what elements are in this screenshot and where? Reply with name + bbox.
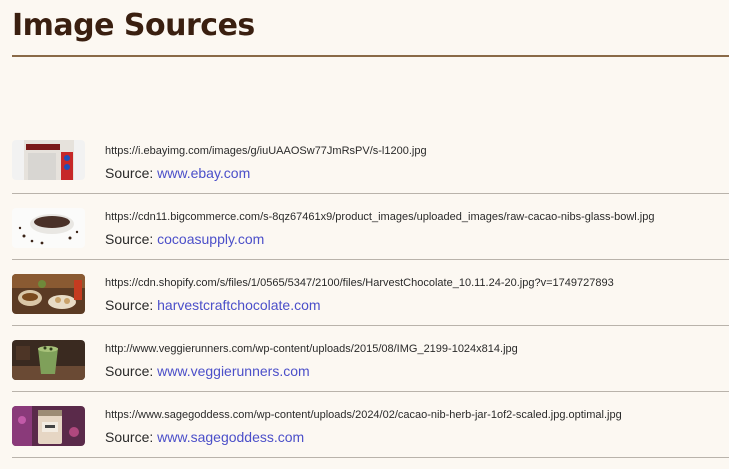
sources-list: https://i.ebayimg.com/images/g/iuUAAOSw7… (12, 128, 729, 458)
source-link[interactable]: harvestcraftchocolate.com (157, 297, 320, 313)
source-line: Source: cocoasupply.com (105, 231, 264, 247)
source-link[interactable]: www.ebay.com (157, 165, 250, 181)
source-label: Source: (105, 231, 154, 247)
list-item: https://cdn.shopify.com/s/files/1/0565/5… (12, 260, 729, 326)
source-line: Source: www.ebay.com (105, 165, 250, 181)
image-url: https://www.sagegoddess.com/wp-content/u… (105, 409, 622, 421)
source-label: Source: (105, 165, 154, 181)
cacao-nibs-bowl-thumbnail (12, 208, 85, 248)
ebay-product-thumbnail (12, 140, 85, 180)
image-url: https://i.ebayimg.com/images/g/iuUAAOSw7… (105, 145, 427, 157)
harvest-chocolate-thumbnail (12, 274, 85, 314)
source-line: Source: www.sagegoddess.com (105, 429, 304, 445)
thumbnail-image[interactable] (12, 140, 85, 180)
source-label: Source: (105, 429, 154, 445)
source-link[interactable]: www.veggierunners.com (157, 363, 310, 379)
list-item: https://cdn11.bigcommerce.com/s-8qz67461… (12, 194, 729, 260)
source-label: Source: (105, 363, 154, 379)
list-item: http://www.veggierunners.com/wp-content/… (12, 326, 729, 392)
thumbnail-image[interactable] (12, 406, 85, 446)
title-divider (12, 55, 729, 57)
list-item: https://i.ebayimg.com/images/g/iuUAAOSw7… (12, 128, 729, 194)
source-link[interactable]: cocoasupply.com (157, 231, 264, 247)
list-item: https://www.sagegoddess.com/wp-content/u… (12, 392, 729, 458)
herb-jar-thumbnail (12, 406, 85, 446)
thumbnail-image[interactable] (12, 340, 85, 380)
green-smoothie-thumbnail (12, 340, 85, 380)
image-url: https://cdn.shopify.com/s/files/1/0565/5… (105, 277, 614, 289)
source-line: Source: harvestcraftchocolate.com (105, 297, 321, 313)
source-line: Source: www.veggierunners.com (105, 363, 310, 379)
image-url: https://cdn11.bigcommerce.com/s-8qz67461… (105, 211, 655, 223)
page-title: Image Sources (12, 8, 255, 43)
source-label: Source: (105, 297, 154, 313)
source-link[interactable]: www.sagegoddess.com (157, 429, 304, 445)
thumbnail-image[interactable] (12, 274, 85, 314)
thumbnail-image[interactable] (12, 208, 85, 248)
image-url: http://www.veggierunners.com/wp-content/… (105, 343, 518, 355)
